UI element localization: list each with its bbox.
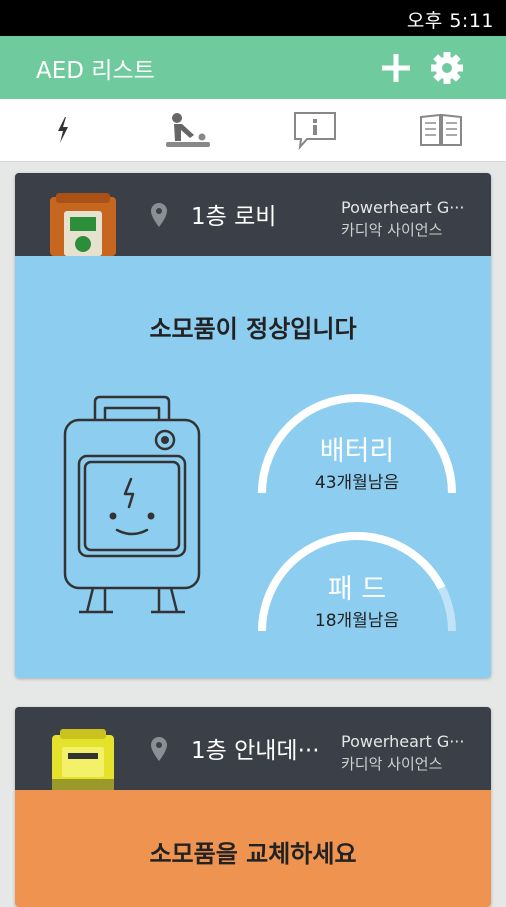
pad-label: 패 드 <box>327 574 387 605</box>
aed-device-image <box>50 193 116 256</box>
status-message: 소모품이 정상입니다 <box>149 315 357 343</box>
status-bar: 오후 5:11 <box>0 0 506 36</box>
page-title: AED 리스트 <box>36 58 155 84</box>
tab-cpr[interactable] <box>126 99 252 161</box>
add-button[interactable] <box>378 50 414 86</box>
gear-icon <box>431 52 463 84</box>
location-label: 1층 로비 <box>191 204 277 230</box>
tab-info[interactable] <box>252 99 378 161</box>
location-pin-icon <box>151 203 167 227</box>
cpr-person-icon <box>166 113 210 147</box>
location-pin-icon <box>151 737 167 761</box>
pad-remaining: 18개월남음 <box>314 611 400 631</box>
aed-device-image <box>52 729 114 790</box>
aed-card-header: 1층 로비 Powerheart G··· 카디악 사이언스 <box>15 173 491 256</box>
tab-aed[interactable] <box>0 99 126 161</box>
tab-bar <box>0 99 506 162</box>
battery-gauge: 배터리 43개월남음 <box>252 393 462 503</box>
aed-card[interactable]: 1층 로비 Powerheart G··· 카디악 사이언스 소모품이 정상입니… <box>15 173 491 678</box>
app-bar: AED 리스트 <box>0 36 506 99</box>
lightning-icon <box>58 117 68 143</box>
status-panel: 소모품을 교체하세요 <box>15 790 491 907</box>
plus-icon <box>382 54 410 82</box>
model-label: Powerheart G··· <box>341 198 465 217</box>
status-panel: 소모품이 정상입니다 배터리 43개월남음 패 드 18개월남음 <box>15 256 491 678</box>
battery-label: 배터리 <box>319 436 395 467</box>
tab-guide[interactable] <box>378 99 504 161</box>
maker-label: 카디악 사이언스 <box>341 755 443 773</box>
status-time: 오후 5:11 <box>406 10 494 32</box>
maker-label: 카디악 사이언스 <box>341 221 443 239</box>
location-label: 1층 안내데··· <box>191 738 320 764</box>
aed-character-icon <box>63 395 201 614</box>
info-bubble-icon <box>294 112 336 150</box>
status-message: 소모품을 교체하세요 <box>149 840 357 868</box>
settings-button[interactable] <box>428 49 466 87</box>
pad-gauge: 패 드 18개월남음 <box>252 531 462 641</box>
aed-card-header: 1층 안내데··· Powerheart G··· 카디악 사이언스 <box>15 707 491 790</box>
model-label: Powerheart G··· <box>341 732 465 751</box>
battery-remaining: 43개월남음 <box>314 473 400 493</box>
open-book-icon <box>420 113 462 146</box>
aed-card[interactable]: 1층 안내데··· Powerheart G··· 카디악 사이언스 소모품을 … <box>15 707 491 907</box>
